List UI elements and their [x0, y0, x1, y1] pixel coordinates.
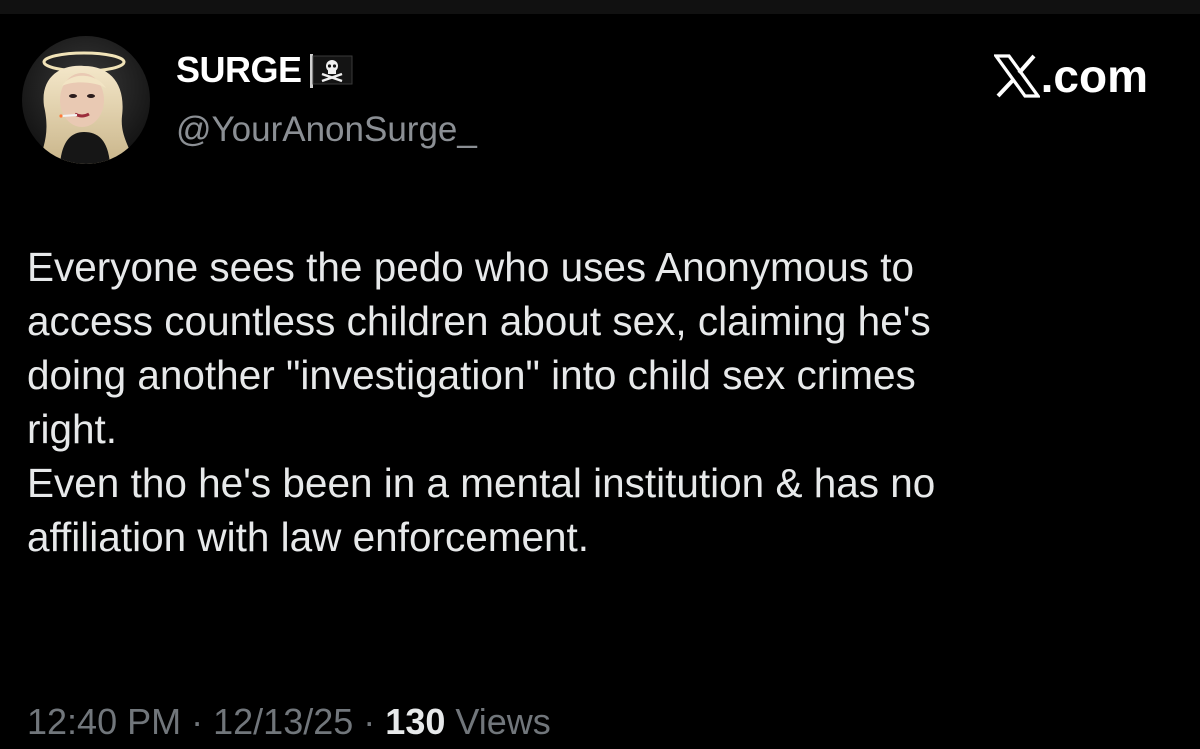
tweet-text: Everyone sees the pedo who uses Anonymou… [27, 244, 936, 560]
tweet-metadata: 12:40 PM · 12/13/25 · 130 Views [27, 700, 551, 744]
x-brand-watermark: .com [993, 50, 1148, 102]
author-name-row[interactable]: SURGE [176, 48, 356, 92]
views-label: Views [455, 701, 551, 742]
tweet-date[interactable]: 12/13/25 [213, 701, 353, 742]
top-edge-strip [0, 0, 1200, 14]
x-logo-icon [993, 54, 1040, 98]
author-display-name[interactable]: SURGE [176, 48, 302, 92]
pirate-flag-icon [308, 50, 356, 90]
author-handle[interactable]: @YourAnonSurge_ [176, 108, 477, 152]
brand-domain-suffix: .com [1040, 50, 1148, 102]
tweet-time[interactable]: 12:40 PM [27, 701, 181, 742]
meta-separator: · [191, 701, 204, 742]
meta-separator: · [363, 701, 376, 742]
avatar-image [22, 36, 150, 164]
avatar[interactable] [22, 36, 150, 164]
views-count[interactable]: 130 [385, 701, 445, 742]
